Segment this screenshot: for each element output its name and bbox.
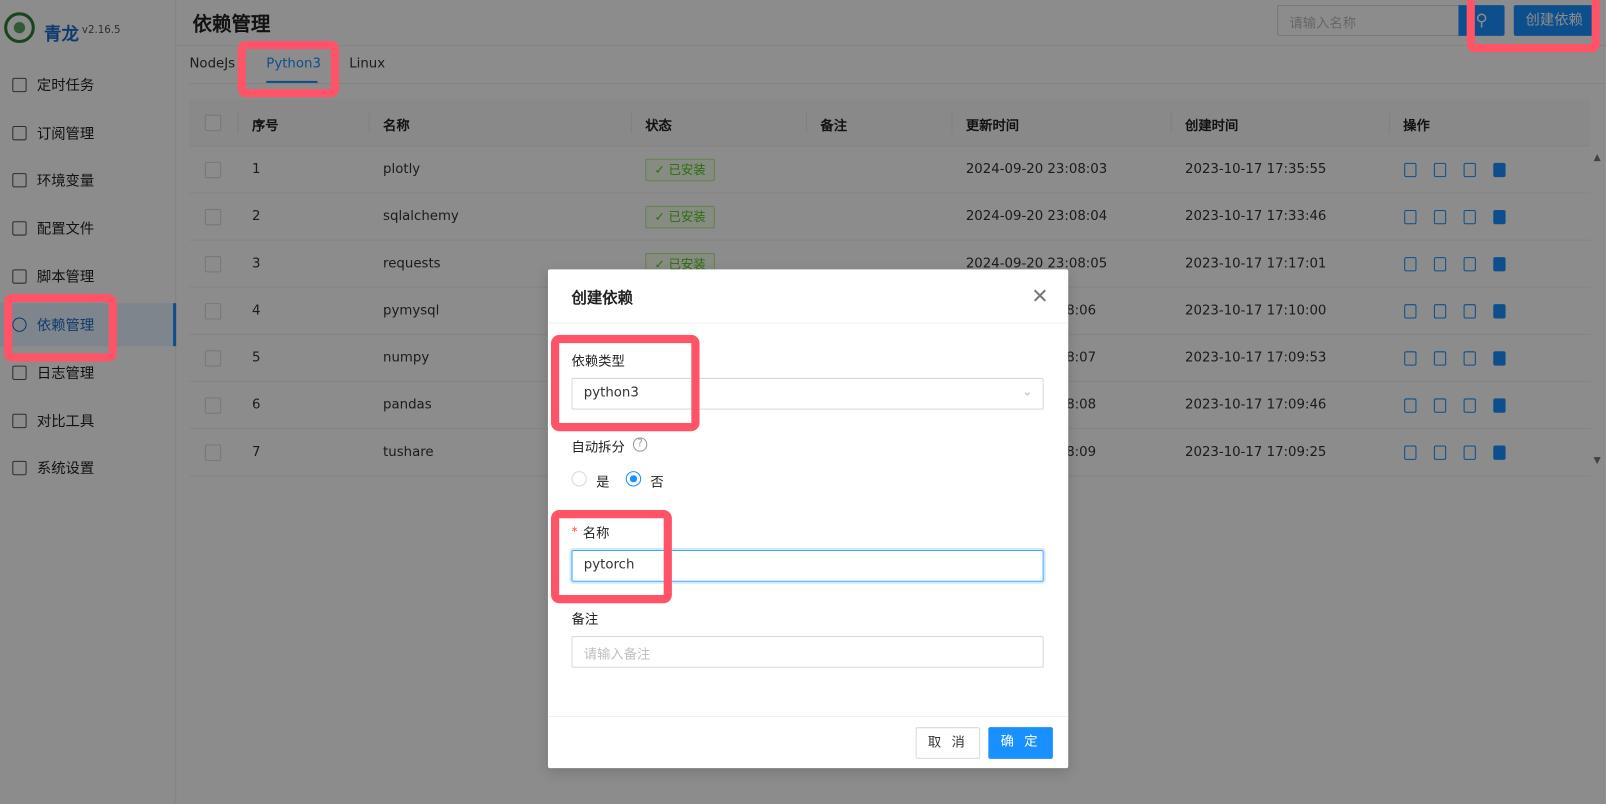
split-yes-label: 是 [596,475,610,491]
split-no-label: 否 [650,475,664,491]
annotation-box [551,510,672,604]
ok-button[interactable]: 确 定 [988,727,1053,759]
divider [547,322,1069,324]
annotation-box [4,293,117,362]
close-icon[interactable]: ✕ [1031,284,1048,309]
chevron-down-icon: ⌄ [1022,384,1033,399]
split-yes-radio[interactable] [571,471,587,487]
divider [547,715,1069,717]
remark-label: 备注 [571,612,599,628]
annotation-box [551,334,700,432]
split-label: 自动拆分 [571,440,625,456]
remark-input[interactable]: 请输入备注 [571,636,1044,668]
modal-title: 创建依赖 [571,288,633,308]
help-icon[interactable]: ? [632,437,648,452]
annotation-box [1466,0,1600,53]
split-no-radio[interactable] [625,471,642,487]
annotation-box [237,40,340,98]
cancel-button[interactable]: 取 消 [915,727,981,759]
